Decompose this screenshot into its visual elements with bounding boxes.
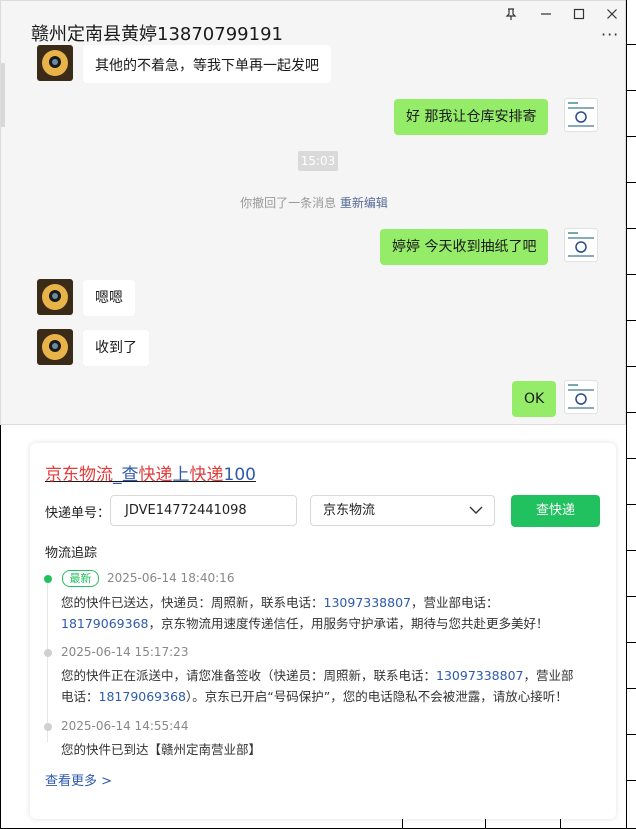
- event-text-part: ，营业部电话：: [411, 595, 499, 610]
- system-message: 你撤回了一条消息 重新编辑: [1, 194, 625, 211]
- chevron-down-icon[interactable]: [468, 502, 484, 518]
- time-divider: 15:03: [298, 151, 338, 171]
- event-text-part: ）。京东已开启“号码保护”，您的电话隐私不会被泄露，请放心接听！: [186, 689, 568, 704]
- edge-tick: [626, 182, 636, 183]
- re-edit-link[interactable]: 重新编辑: [340, 196, 388, 210]
- edge-tick: [626, 734, 636, 735]
- phone-link[interactable]: 18179069368: [61, 616, 148, 631]
- message-bubble-left[interactable]: 收到了: [83, 330, 149, 366]
- edge-tick: [626, 412, 636, 413]
- edge-tick: [626, 550, 636, 551]
- maximize-icon[interactable]: [566, 3, 592, 25]
- phone-link[interactable]: 13097338807: [436, 668, 523, 683]
- timeline-dot: [44, 649, 52, 657]
- edge-tick: [626, 44, 636, 45]
- tracking-section-title: 物流追踪: [45, 546, 98, 561]
- edge-tick: [626, 136, 636, 137]
- chat-scrollbar[interactable]: [1, 63, 5, 127]
- message-bubble-right[interactable]: 好 那我让仓库安排寄: [394, 99, 549, 135]
- view-more-link[interactable]: 查看更多 >: [45, 770, 112, 789]
- pin-icon[interactable]: [498, 3, 524, 25]
- edge-tick: [626, 228, 636, 229]
- more-options-icon[interactable]: ···: [601, 25, 619, 44]
- edge-tick: [626, 504, 636, 505]
- edge-tick: [626, 642, 636, 643]
- event-text-part: ，营业部: [523, 668, 574, 683]
- event-time: 2025-06-14 14:55:44: [61, 719, 189, 733]
- message-bubble-left[interactable]: 嗯嗯: [83, 280, 135, 316]
- event-text: 您的快件已送达，快递员：周照新，联系电话：13097338807，营业部电话： 1…: [61, 592, 601, 634]
- edge-tick: [626, 596, 636, 597]
- minimize-icon[interactable]: [533, 3, 559, 25]
- edge-tick: [626, 274, 636, 275]
- latest-badge: 最新: [62, 570, 99, 587]
- close-icon[interactable]: [599, 3, 625, 25]
- screen: { "chat": { "title": "赣州定南县黄婷13870799191…: [0, 0, 636, 829]
- contact-avatar[interactable]: [37, 45, 73, 81]
- contact-avatar[interactable]: [37, 329, 73, 365]
- event-time: 2025-06-14 15:17:23: [61, 645, 189, 659]
- brand-part: 查: [121, 465, 139, 485]
- message-bubble-right[interactable]: 婷婷 今天收到抽纸了吧: [380, 229, 549, 265]
- event-text-part: 您的快件已送达，快递员：周照新，联系电话：: [61, 595, 324, 610]
- event-text-part: 您的快件正在派送中，请您准备签收（快递员：周照新，联系电话：: [61, 668, 437, 683]
- edge-tick: [626, 688, 636, 689]
- edge-tick: [626, 320, 636, 321]
- card-title-link[interactable]: 京东物流_查快递上快递100: [45, 460, 256, 485]
- message-bubble-left[interactable]: 其他的不着急，等我下单再一起发吧: [83, 45, 331, 83]
- event-text-part: ，京东物流用速度传递信任，用服务守护承诺，期待与您共赴更多美好！: [148, 616, 549, 631]
- timeline-dot-active: [44, 575, 52, 583]
- my-avatar[interactable]: [564, 98, 598, 132]
- tracking-number-input[interactable]: JDVE14772441098: [110, 495, 297, 526]
- brand-part: _: [113, 465, 122, 485]
- phone-link[interactable]: 18179069368: [99, 689, 186, 704]
- edge-tick: [626, 780, 636, 781]
- brand-part: 100: [223, 465, 256, 485]
- edge-tick: [626, 458, 636, 459]
- chat-title: 赣州定南县黄婷13870799191: [31, 24, 283, 45]
- event-time: 2025-06-14 18:40:16: [107, 571, 235, 585]
- brand-part: 快递: [138, 465, 173, 485]
- recall-text: 你撤回了一条消息: [240, 196, 337, 210]
- express-tracking-card: 京东物流_查快递上快递100 快递单号： JDVE14772441098 京东物…: [30, 443, 616, 819]
- event-text: 您的快件正在派送中，请您准备签收（快递员：周照新，联系电话：1309733880…: [61, 665, 601, 707]
- chat-window: 赣州定南县黄婷13870799191 ··· 其他的不着急，等我下单再一起发吧 …: [0, 0, 626, 425]
- my-avatar[interactable]: [564, 380, 598, 414]
- tracking-number-label: 快递单号：: [45, 506, 111, 521]
- event-text-part: 电话：: [61, 689, 99, 704]
- edge-tick: [626, 366, 636, 367]
- edge-line: [626, 0, 627, 829]
- message-bubble-right[interactable]: OK: [512, 381, 557, 417]
- brand-part: 京东物流: [45, 465, 113, 485]
- timeline-line: [47, 580, 48, 742]
- brand-part: 上: [172, 465, 190, 485]
- event-text: 您的快件已到达【赣州定南营业部】: [61, 742, 262, 757]
- my-avatar[interactable]: [564, 228, 598, 262]
- query-express-button[interactable]: 查快递: [511, 495, 600, 527]
- contact-avatar[interactable]: [37, 279, 73, 315]
- phone-link[interactable]: 13097338807: [324, 595, 411, 610]
- edge-tick: [626, 90, 636, 91]
- brand-part: 快递: [189, 465, 224, 485]
- timeline-dot: [44, 723, 52, 731]
- edge-line: [0, 425, 1, 829]
